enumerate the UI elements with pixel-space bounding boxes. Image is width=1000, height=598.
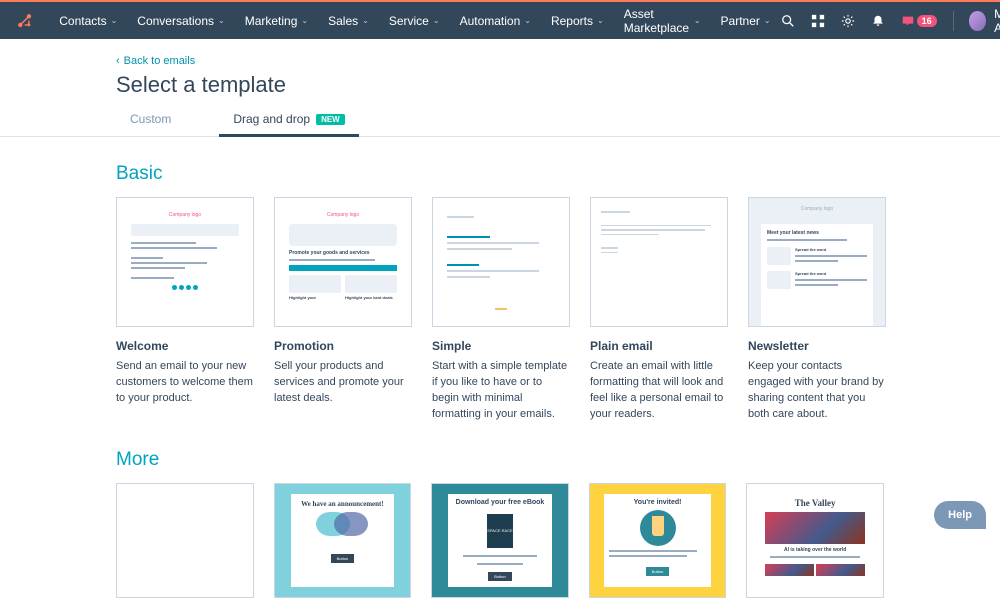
template-description: Send an email to your new customers to w…	[116, 359, 254, 407]
chevron-down-icon: ⌄	[433, 16, 440, 25]
divider	[953, 11, 954, 31]
template-invited[interactable]: You're invited! Button	[589, 483, 727, 598]
template-name: Welcome	[116, 339, 254, 353]
chevron-left-icon: ‹	[116, 55, 120, 67]
template-thumbnail: Company logo Meet your latest news Sprea…	[748, 197, 886, 327]
template-thumbnail	[590, 197, 728, 327]
user-menu[interactable]: MO Agency ⌄	[969, 7, 1000, 35]
template-valley[interactable]: The Valley AI is taking over the world	[746, 483, 884, 598]
top-navigation: Contacts⌄ Conversations⌄ Marketing⌄ Sale…	[0, 2, 1000, 39]
chevron-down-icon: ⌄	[362, 16, 369, 25]
chevron-down-icon: ⌄	[218, 16, 225, 25]
hubspot-logo[interactable]	[16, 12, 33, 30]
marketplace-icon[interactable]	[811, 13, 825, 29]
nav-sales[interactable]: Sales⌄	[318, 2, 379, 39]
template-thumbnail: Company logo	[116, 197, 254, 327]
template-simple[interactable]: Simple Start with a simple template if y…	[432, 197, 570, 423]
nav-service[interactable]: Service⌄	[379, 2, 450, 39]
nav-conversations[interactable]: Conversations⌄	[127, 2, 234, 39]
template-description: Keep your contacts engaged with your bra…	[748, 359, 886, 423]
chevron-down-icon: ⌄	[694, 16, 701, 25]
template-welcome[interactable]: Company logo Welcome Send an email to yo…	[116, 197, 254, 423]
nav-automation[interactable]: Automation⌄	[450, 2, 541, 39]
more-template-grid: We have an announcement! Button Download…	[116, 483, 884, 598]
help-button[interactable]: Help	[934, 501, 986, 529]
template-ebook[interactable]: Download your free eBook SPACE RACE Butt…	[431, 483, 569, 598]
chevron-down-icon: ⌄	[301, 16, 308, 25]
template-promotion[interactable]: Company logo Promote your goods and serv…	[274, 197, 412, 423]
template-name: Simple	[432, 339, 570, 353]
template-name: Newsletter	[748, 339, 886, 353]
template-description: Start with a simple template if you like…	[432, 359, 570, 423]
template-name: Plain email	[590, 339, 728, 353]
tab-drag-and-drop[interactable]: Drag and dropNEW	[219, 112, 358, 136]
template-name: Promotion	[274, 339, 412, 353]
basic-template-grid: Company logo Welcome Send an email to yo…	[116, 197, 884, 423]
tab-custom[interactable]: Custom	[116, 112, 185, 136]
template-more-1[interactable]	[116, 483, 254, 598]
search-icon[interactable]	[781, 13, 795, 29]
nav-asset-marketplace[interactable]: Asset Marketplace⌄	[614, 2, 711, 39]
chevron-down-icon: ⌄	[764, 16, 771, 25]
notifications-icon[interactable]	[871, 13, 885, 29]
section-basic-title: Basic	[116, 163, 884, 185]
template-newsletter[interactable]: Company logo Meet your latest news Sprea…	[748, 197, 886, 423]
template-thumbnail	[432, 197, 570, 327]
settings-icon[interactable]	[841, 13, 855, 29]
page-title: Select a template	[116, 72, 884, 98]
nav-reports[interactable]: Reports⌄	[541, 2, 614, 39]
template-description: Create an email with little formatting t…	[590, 359, 728, 423]
new-badge: NEW	[316, 114, 345, 125]
template-announcement[interactable]: We have an announcement! Button	[274, 483, 412, 598]
template-description: Sell your products and services and prom…	[274, 359, 412, 407]
nav-marketing[interactable]: Marketing⌄	[235, 2, 318, 39]
back-link[interactable]: ‹ Back to emails	[116, 55, 195, 67]
section-more-title: More	[116, 449, 884, 471]
chevron-down-icon: ⌄	[111, 16, 118, 25]
chevron-down-icon: ⌄	[524, 16, 531, 25]
tabs: Custom Drag and dropNEW	[0, 112, 1000, 137]
nav-partner[interactable]: Partner⌄	[711, 2, 781, 39]
inbox-badge[interactable]: 16	[901, 14, 937, 28]
template-plain-email[interactable]: Plain email Create an email with little …	[590, 197, 728, 423]
avatar	[969, 11, 986, 31]
nav-contacts[interactable]: Contacts⌄	[49, 2, 127, 39]
template-thumbnail: Company logo Promote your goods and serv…	[274, 197, 412, 327]
main-nav-items: Contacts⌄ Conversations⌄ Marketing⌄ Sale…	[49, 2, 780, 39]
chevron-down-icon: ⌄	[597, 16, 604, 25]
